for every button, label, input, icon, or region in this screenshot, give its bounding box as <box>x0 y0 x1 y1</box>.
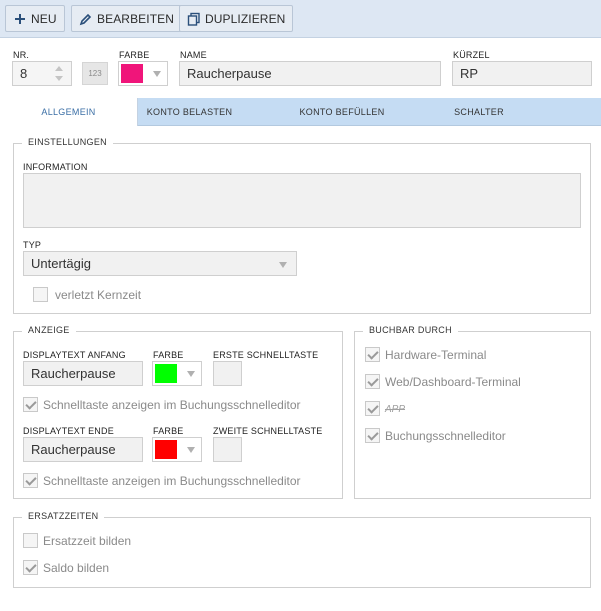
app-label: APP <box>385 404 406 415</box>
end-color-preview <box>155 440 177 459</box>
first-key-label: ERSTE SCHNELLTASTE <box>213 350 319 360</box>
chevron-down-icon <box>153 71 161 77</box>
new-button[interactable]: NEU <box>5 5 65 32</box>
start-color-picker[interactable] <box>152 361 202 386</box>
start-color-preview <box>155 364 177 383</box>
chevron-down-icon <box>279 262 287 268</box>
chevron-down-icon <box>187 371 195 377</box>
end-color-label: FARBE <box>153 426 184 436</box>
end-show-label: Schnelltaste anzeigen im Buchungsschnell… <box>43 474 301 488</box>
tab-switch[interactable]: SCHALTER <box>434 98 524 126</box>
start-color-label: FARBE <box>153 350 184 360</box>
pencil-icon <box>79 12 93 26</box>
numeric-badge: 123 <box>82 62 108 85</box>
display-title: ANZEIGE <box>22 325 76 335</box>
type-label: TYP <box>23 240 42 250</box>
end-color-picker[interactable] <box>152 437 202 462</box>
web-terminal-label: Web/Dashboard-Terminal <box>385 375 521 389</box>
information-field[interactable] <box>23 173 581 228</box>
start-show-label: Schnelltaste anzeigen im Buchungsschnell… <box>43 398 301 412</box>
stepper-up-icon[interactable] <box>55 66 63 71</box>
copy-icon <box>187 12 201 26</box>
color-picker[interactable] <box>118 61 168 86</box>
information-label: INFORMATION <box>23 162 88 172</box>
quick-editor-checkbox[interactable] <box>365 428 380 443</box>
start-text-label: DISPLAYTEXT ANFANG <box>23 350 126 360</box>
name-field[interactable]: Raucherpause <box>179 61 441 86</box>
edit-button[interactable]: BEARBEITEN <box>71 5 183 32</box>
color-label: FARBE <box>119 50 150 60</box>
replacement-form-checkbox[interactable] <box>23 533 38 548</box>
replacement-group: ERSATZZEITEN <box>13 511 591 588</box>
bookable-title: BUCHBAR DURCH <box>363 325 458 335</box>
end-show-checkbox[interactable] <box>23 473 38 488</box>
settings-title: EINSTELLUNGEN <box>22 137 113 147</box>
replacement-title: ERSATZZEITEN <box>22 511 105 521</box>
app-checkbox[interactable] <box>365 401 380 416</box>
nr-field[interactable]: 8 <box>12 61 72 86</box>
short-field[interactable]: RP <box>452 61 592 86</box>
type-select[interactable]: Untertägig <box>23 251 297 276</box>
name-label: NAME <box>180 50 207 60</box>
quick-editor-label: Buchungsschnelleditor <box>385 429 506 443</box>
short-label: KÜRZEL <box>453 50 490 60</box>
tab-fill-account[interactable]: KONTO BEFÜLLEN <box>272 98 412 126</box>
web-terminal-checkbox[interactable] <box>365 374 380 389</box>
start-show-checkbox[interactable] <box>23 397 38 412</box>
end-text-label: DISPLAYTEXT ENDE <box>23 426 114 436</box>
tab-charge-account[interactable]: KONTO BELASTEN <box>138 98 241 126</box>
tab-bar: ALLGEMEIN KONTO BELASTEN KONTO BEFÜLLEN … <box>0 98 601 126</box>
duplicate-button[interactable]: DUPLIZIEREN <box>179 5 294 32</box>
stepper-down-icon[interactable] <box>55 76 63 81</box>
first-key-field[interactable] <box>213 361 242 386</box>
color-preview <box>121 64 143 83</box>
balance-checkbox[interactable] <box>23 560 38 575</box>
tab-general[interactable]: ALLGEMEIN <box>0 98 138 126</box>
second-key-label: ZWEITE SCHNELLTASTE <box>213 426 323 436</box>
core-time-checkbox[interactable] <box>33 287 48 302</box>
start-text-field[interactable]: Raucherpause <box>23 361 143 386</box>
core-time-label: verletzt Kernzeit <box>55 288 142 302</box>
replacement-form-label: Ersatzzeit bilden <box>43 534 132 548</box>
second-key-field[interactable] <box>213 437 242 462</box>
balance-label: Saldo bilden <box>43 561 110 575</box>
chevron-down-icon <box>187 447 195 453</box>
hardware-terminal-label: Hardware-Terminal <box>385 348 487 362</box>
plus-icon <box>13 12 27 26</box>
end-text-field[interactable]: Raucherpause <box>23 437 143 462</box>
toolbar: NEU BEARBEITEN DUPLIZIEREN <box>0 0 601 38</box>
hardware-terminal-checkbox[interactable] <box>365 347 380 362</box>
nr-label: NR. <box>13 50 30 60</box>
